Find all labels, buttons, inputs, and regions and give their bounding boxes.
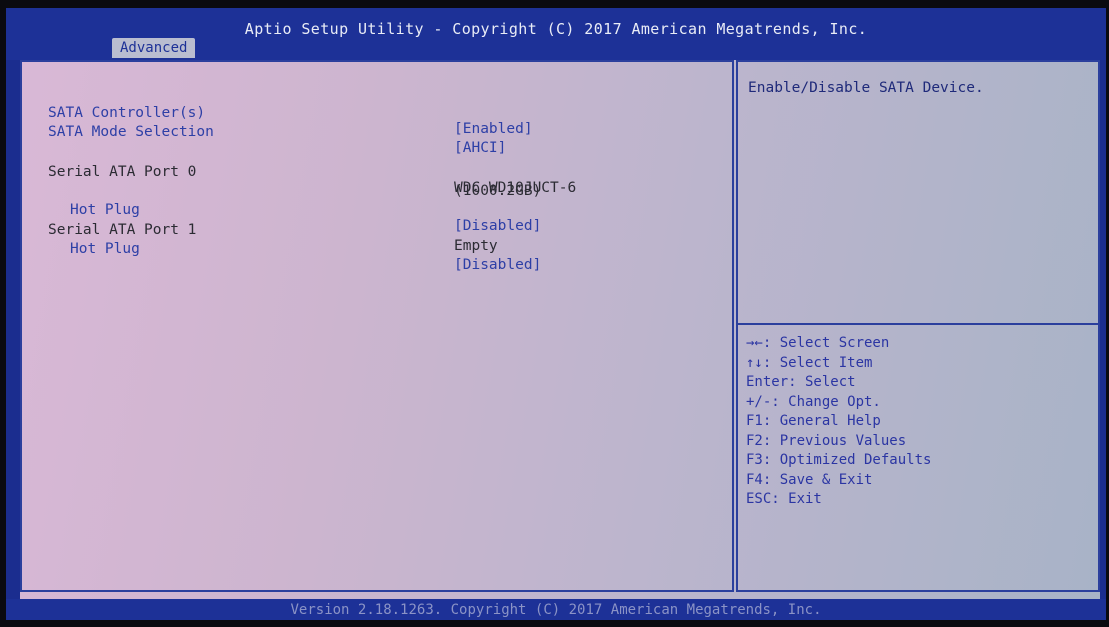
setting-row-port1: Serial ATA Port 1 Empty xyxy=(22,206,736,254)
setting-row-port0-size: (1000.2GB) xyxy=(22,167,736,199)
key-f2: F2: Previous Values xyxy=(746,432,907,449)
footer-bar: Version 2.18.1263. Copyright (C) 2017 Am… xyxy=(6,599,1106,620)
setting-row-port0: Serial ATA Port 0 WDC WD10JUCT-6 xyxy=(22,148,736,196)
setting-label: Hot Plug xyxy=(70,241,140,257)
key-f3: F3: Optimized Defaults xyxy=(746,452,932,468)
setting-row-sata-mode[interactable]: SATA Mode Selection [AHCI] xyxy=(22,108,736,156)
help-description: Enable/Disable SATA Device. xyxy=(748,80,984,96)
key-f4: F4: Save & Exit xyxy=(746,471,873,488)
tab-advanced[interactable]: Advanced xyxy=(112,38,196,58)
key-select-item: ↑↓: Select Item xyxy=(746,354,873,371)
header-bar: Aptio Setup Utility - Copyright (C) 2017… xyxy=(6,8,1106,60)
key-select-screen: →←: Select Screen xyxy=(746,335,890,351)
version-text: Version 2.18.1263. Copyright (C) 2017 Am… xyxy=(290,602,822,618)
help-divider xyxy=(738,323,1098,325)
key-esc: ESC: Exit xyxy=(746,491,822,507)
settings-pane: SATA Controller(s) [Enabled] SATA Mode S… xyxy=(20,60,734,592)
key-f1: F1: General Help xyxy=(746,413,881,429)
key-change-opt: +/-: Change Opt. xyxy=(746,393,881,410)
key-legend: →←: Select Screen ↑↓: Select Item Enter:… xyxy=(746,335,931,511)
setting-label: SATA Mode Selection xyxy=(48,124,214,140)
key-enter: Enter: Select xyxy=(746,374,856,390)
setting-value[interactable]: [Disabled] xyxy=(454,257,541,273)
setting-row-port1-hotplug[interactable]: Hot Plug [Disabled] xyxy=(22,225,736,273)
help-pane: Enable/Disable SATA Device. →←: Select S… xyxy=(736,60,1100,592)
setting-row-sata-controller[interactable]: SATA Controller(s) [Enabled] xyxy=(22,89,736,137)
bios-screen: Aptio Setup Utility - Copyright (C) 2017… xyxy=(6,8,1106,620)
utility-title: Aptio Setup Utility - Copyright (C) 2017… xyxy=(244,20,868,38)
setting-row-port0-hotplug[interactable]: Hot Plug [Disabled] xyxy=(22,186,736,234)
main-panel: SATA Controller(s) [Enabled] SATA Mode S… xyxy=(20,60,1100,599)
